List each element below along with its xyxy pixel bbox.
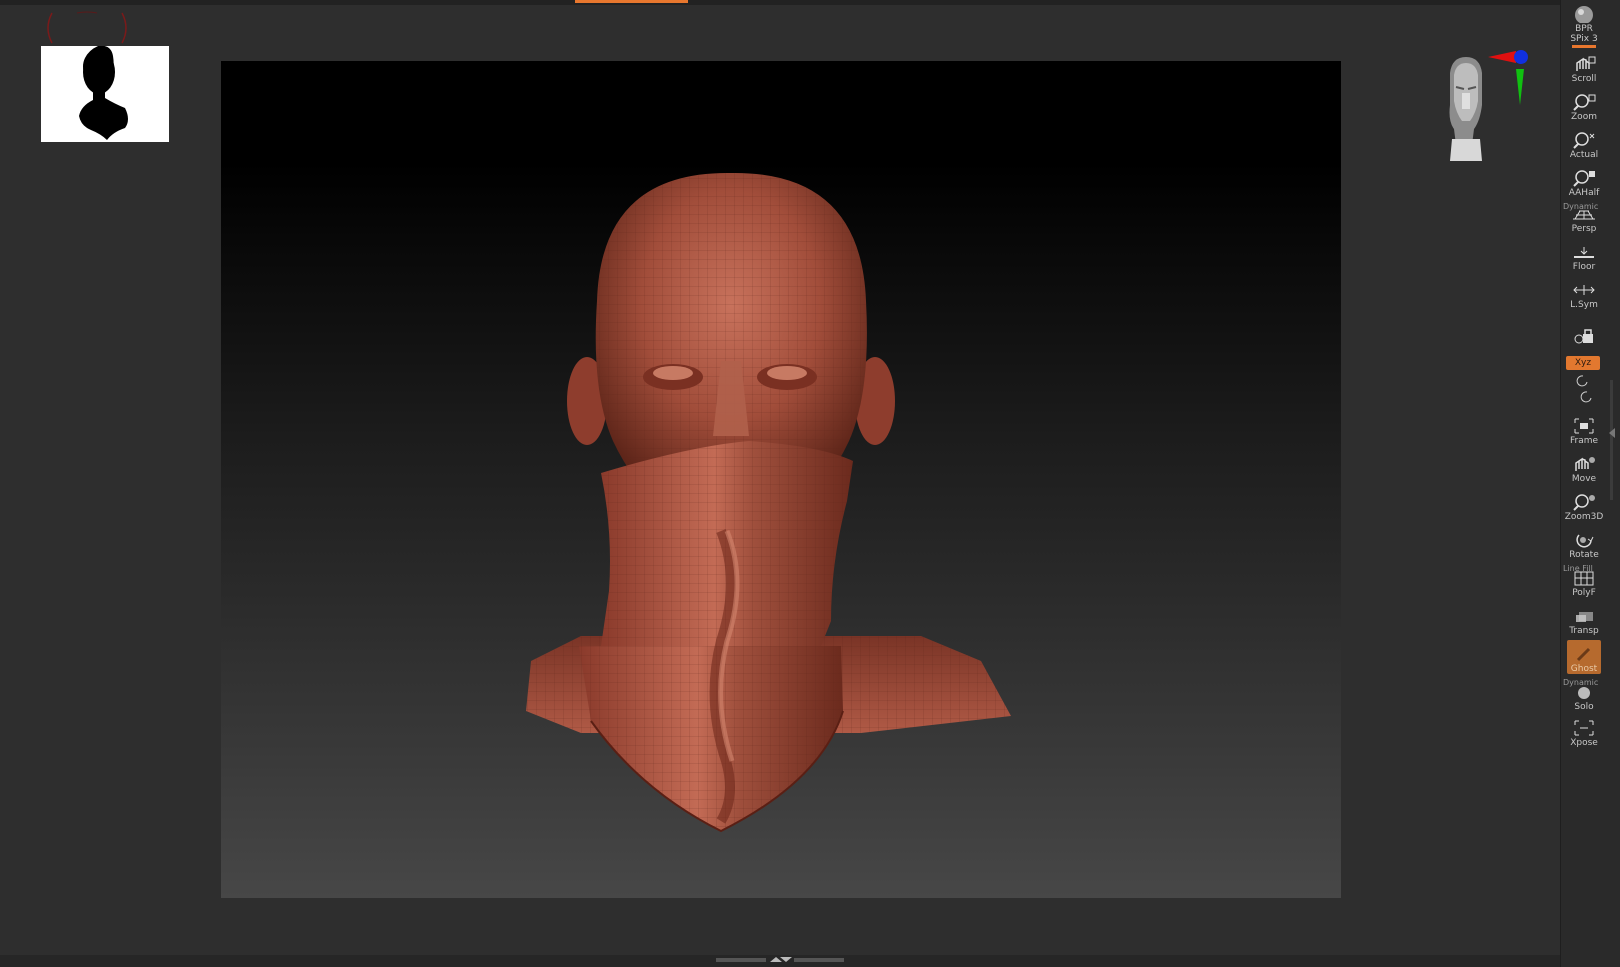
tray-toggle-handle[interactable] <box>716 957 844 963</box>
shelf-collapse-arrow-icon[interactable] <box>1609 428 1615 438</box>
floor-label: Floor <box>1572 262 1596 272</box>
shelf-scrollbar[interactable] <box>1610 380 1613 500</box>
floor-button[interactable]: Floor <box>1567 238 1601 272</box>
polyframe-grid-icon <box>1574 571 1594 586</box>
frame-icon <box>1574 418 1594 434</box>
scroll-label: Scroll <box>1571 74 1597 84</box>
xyz-rotate-button[interactable]: Xyz <box>1566 356 1600 370</box>
perspective-grid-icon <box>1573 210 1595 220</box>
brush-cursor-icon <box>47 11 127 44</box>
aahalf-label: AAHalf <box>1568 188 1600 198</box>
floor-icon <box>1574 247 1594 258</box>
magnifier-actual-icon <box>1573 132 1595 149</box>
scroll-button[interactable]: Scroll <box>1567 50 1601 84</box>
document-viewport[interactable] <box>221 61 1341 898</box>
spix-label: SPix 3 <box>1570 34 1598 44</box>
actual-button[interactable]: Actual <box>1567 126 1601 160</box>
canvas-area[interactable] <box>0 5 1561 955</box>
xpose-icon <box>1574 720 1594 736</box>
z-axis-dot <box>1514 50 1528 64</box>
active-tab-indicator[interactable] <box>575 0 688 3</box>
zoom-label: Zoom <box>1571 112 1597 122</box>
zoom-button[interactable]: Zoom <box>1567 88 1601 122</box>
solo-button[interactable]: Solo <box>1567 678 1601 712</box>
y-axis-arrow <box>1516 69 1524 105</box>
xpose-label: Xpose <box>1570 738 1598 748</box>
ghost-label: Ghost <box>1570 664 1598 674</box>
xyz-label: Xyz <box>1574 358 1592 368</box>
symmetry-arrows-icon <box>1573 285 1595 295</box>
rotate-axis-icons[interactable] <box>1573 374 1593 406</box>
move-label: Move <box>1571 474 1597 484</box>
spix-level-bar <box>1572 45 1596 48</box>
transp-button[interactable]: Transp <box>1567 602 1601 636</box>
move-hand-icon <box>1575 457 1595 471</box>
persp-button[interactable]: Persp <box>1567 200 1601 234</box>
transparency-icon <box>1576 612 1593 622</box>
solo-label: Solo <box>1574 702 1594 712</box>
frame-label: Frame <box>1569 436 1599 446</box>
polyf-button[interactable]: PolyF <box>1567 564 1601 598</box>
rotate-label: Rotate <box>1569 550 1599 560</box>
solo-sphere-icon <box>1578 687 1590 699</box>
move-button[interactable]: Move <box>1567 450 1601 484</box>
tool-thumbnail[interactable] <box>41 45 169 142</box>
rotate-button[interactable]: Rotate <box>1567 526 1601 560</box>
ghost-icon <box>1576 647 1591 662</box>
sphere-icon <box>1575 6 1593 23</box>
aahalf-button[interactable]: AAHalf <box>1567 164 1601 198</box>
actual-label: Actual <box>1569 150 1599 160</box>
persp-label: Persp <box>1571 224 1597 234</box>
x-axis-arrow <box>1488 51 1516 63</box>
sculpt-model[interactable] <box>221 61 1341 898</box>
zoom3d-button[interactable]: Zoom3D <box>1564 488 1604 522</box>
lsym-button[interactable]: L.Sym <box>1567 276 1601 310</box>
magnifier-half-icon <box>1573 170 1595 187</box>
magnifier-3d-icon <box>1573 494 1595 511</box>
xpose-button[interactable]: Xpose <box>1567 714 1601 748</box>
zoom3d-label: Zoom3D <box>1564 512 1604 522</box>
magnifier-icon <box>1573 94 1596 111</box>
navigation-gizmo[interactable] <box>1420 43 1530 173</box>
ghost-button[interactable]: Ghost <box>1567 640 1601 674</box>
lock-icon <box>1574 329 1593 344</box>
local-lock-button[interactable] <box>1567 316 1601 346</box>
frame-button[interactable]: Frame <box>1567 412 1601 446</box>
spix-slider[interactable]: SPix 3 <box>1567 28 1601 48</box>
hand-icon <box>1576 56 1596 71</box>
rotate-icon <box>1576 534 1594 548</box>
head-silhouette-icon <box>79 45 128 140</box>
transp-label: Transp <box>1569 626 1599 636</box>
polyf-label: PolyF <box>1572 588 1596 598</box>
lsym-label: L.Sym <box>1570 300 1598 310</box>
right-shelf: BPR SPix 3 Scroll Zoom Actual AAHalf Dyn… <box>1560 0 1620 967</box>
